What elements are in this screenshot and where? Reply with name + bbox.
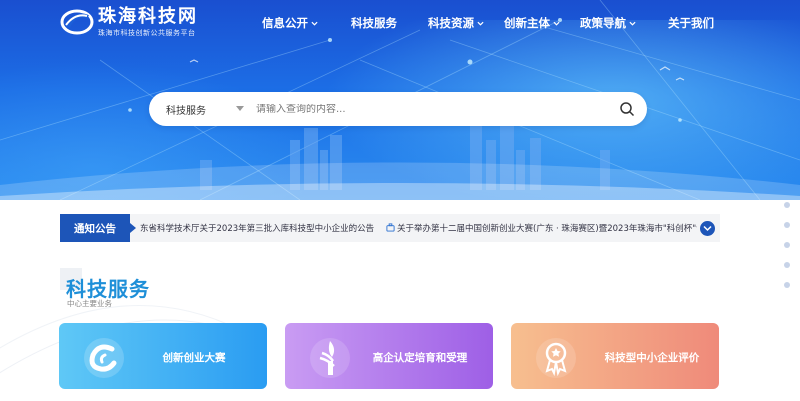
nav-item-label: 政策导航 (580, 16, 626, 30)
notice-bar: 通知公告 东省科学技术厅关于2023年第三批入库科技型中小企业的公告 关于举办第… (60, 214, 720, 242)
nav-item-label: 关于我们 (668, 16, 714, 30)
chevron-down-icon (703, 225, 712, 232)
notice-expand-button[interactable] (700, 221, 715, 236)
search-bar: 科技服务 (149, 92, 647, 126)
chevron-down-icon (311, 21, 318, 26)
search-input[interactable] (256, 103, 616, 115)
nav-item-label: 创新主体 (504, 16, 550, 30)
search-icon[interactable] (619, 101, 635, 117)
nav-item-label: 科技资源 (428, 16, 474, 30)
notice-item[interactable]: 东省科学技术厅关于2023年第三批入库科技型中小企业的公告 (140, 222, 374, 234)
nav-item-policy-guide[interactable]: 政策导航 (580, 15, 636, 31)
caret-down-icon[interactable] (236, 106, 244, 112)
hero-banner: 珠海科技网 珠海市科技创新公共服务平台 信息公开 科技服务 科技资源 创新主体 … (0, 0, 800, 200)
notice-item[interactable]: 关于举办第十二届中国创新创业大赛(广东 · 珠海赛区)暨2023年珠海市"科创杯… (397, 222, 697, 234)
briefcase-icon (386, 223, 395, 232)
chevron-down-icon (629, 21, 636, 26)
nav-item-info-public[interactable]: 信息公开 (262, 15, 318, 31)
service-card-high-tech-enterprise[interactable]: 高企认定培育和受理 (285, 323, 493, 389)
nav-item-innovation-entity[interactable]: 创新主体 (504, 15, 560, 31)
page-dot[interactable] (784, 222, 790, 228)
main-nav: 信息公开 科技服务 科技资源 创新主体 政策导航 关于我们 (0, 15, 800, 31)
c-logo-icon (84, 338, 124, 378)
nav-item-tech-service[interactable]: 科技服务 (351, 15, 397, 31)
card-label: 科技型中小企业评价 (604, 352, 700, 364)
chevron-down-icon (477, 21, 484, 26)
nav-item-about-us[interactable]: 关于我们 (668, 15, 714, 31)
service-card-sme-evaluation[interactable]: 科技型中小企业评价 (511, 323, 719, 389)
notice-label: 通知公告 (60, 214, 136, 242)
torch-icon (310, 338, 350, 378)
nav-item-label: 信息公开 (262, 16, 308, 30)
section-subtitle: 中心主要业务 (67, 299, 112, 308)
search-category-select[interactable]: 科技服务 (166, 102, 228, 117)
card-label: 创新创业大赛 (162, 352, 226, 364)
card-label: 高企认定培育和受理 (372, 352, 468, 364)
service-card-innovation-contest[interactable]: 创新创业大赛 (59, 323, 267, 389)
page-dot[interactable] (784, 202, 790, 208)
nav-item-label: 科技服务 (351, 16, 397, 30)
award-medal-icon (536, 338, 576, 378)
chevron-down-icon (553, 21, 560, 26)
nav-item-tech-resource[interactable]: 科技资源 (428, 15, 484, 31)
